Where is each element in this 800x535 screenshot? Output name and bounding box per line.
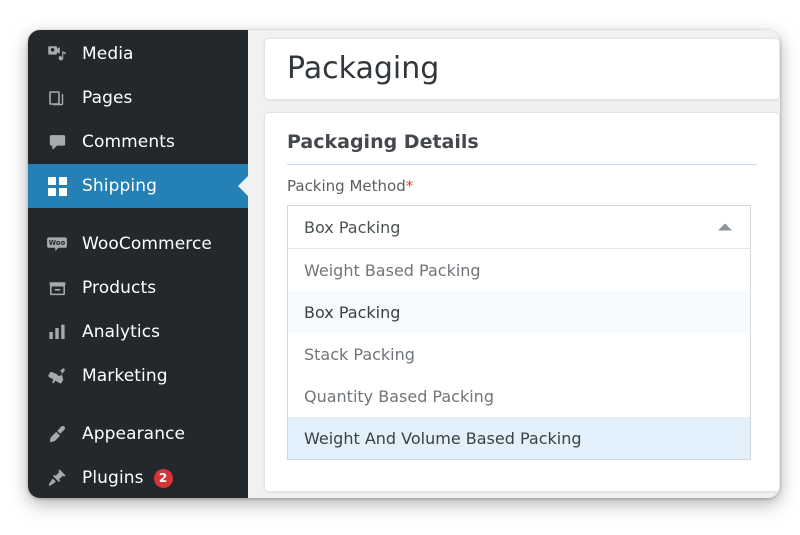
svg-text:Woo: Woo xyxy=(49,239,66,247)
page-title-panel: Packaging xyxy=(264,38,780,100)
sidebar-item-label: Marketing xyxy=(82,365,168,386)
app-window: Media Pages Comments Shipping Woo WooCom… xyxy=(28,30,780,498)
option-label: Stack Packing xyxy=(304,344,415,364)
sidebar-item-media[interactable]: Media xyxy=(28,32,248,76)
option-box-packing[interactable]: Box Packing xyxy=(288,291,750,333)
sidebar-item-shipping[interactable]: Shipping xyxy=(28,164,248,208)
sidebar-item-analytics[interactable]: Analytics xyxy=(28,310,248,354)
option-label: Weight And Volume Based Packing xyxy=(304,428,582,448)
appearance-icon xyxy=(44,421,70,447)
sidebar-item-comments[interactable]: Comments xyxy=(28,120,248,164)
page-title: Packaging xyxy=(287,51,440,86)
option-quantity-based-packing[interactable]: Quantity Based Packing xyxy=(288,375,750,417)
admin-sidebar: Media Pages Comments Shipping Woo WooCom… xyxy=(28,30,248,498)
sidebar-item-label: Media xyxy=(82,43,134,64)
screenshot-root: Media Pages Comments Shipping Woo WooCom… xyxy=(0,0,800,535)
woocommerce-icon: Woo xyxy=(44,231,70,257)
sidebar-item-label: Comments xyxy=(82,131,175,152)
media-icon xyxy=(44,41,70,67)
plugins-update-badge: 2 xyxy=(153,468,173,488)
sidebar-divider xyxy=(28,208,248,222)
option-label: Quantity Based Packing xyxy=(304,386,494,406)
sidebar-item-appearance[interactable]: Appearance xyxy=(28,412,248,456)
option-stack-packing[interactable]: Stack Packing xyxy=(288,333,750,375)
sidebar-item-label: Pages xyxy=(82,87,133,108)
comments-icon xyxy=(44,129,70,155)
sidebar-item-label: Shipping xyxy=(82,175,157,196)
pages-icon xyxy=(44,85,70,111)
sidebar-item-products[interactable]: Products xyxy=(28,266,248,310)
sidebar-item-woocommerce[interactable]: Woo WooCommerce xyxy=(28,222,248,266)
packaging-details-panel: Packaging Details Packing Method* Box Pa… xyxy=(264,112,780,492)
packing-method-label: Packing Method* xyxy=(287,179,757,194)
option-weight-based-packing[interactable]: Weight Based Packing xyxy=(288,249,750,291)
sidebar-item-label: Products xyxy=(82,277,157,298)
packing-method-selected-value: Box Packing xyxy=(304,217,401,237)
sidebar-item-label: Plugins xyxy=(82,467,144,488)
active-item-notch xyxy=(238,175,248,197)
packing-method-select-box[interactable]: Box Packing xyxy=(287,205,751,249)
section-divider xyxy=(287,164,757,165)
option-weight-and-volume-based-packing[interactable]: Weight And Volume Based Packing xyxy=(288,417,750,459)
sidebar-item-label: Appearance xyxy=(82,423,186,444)
sidebar-item-marketing[interactable]: Marketing xyxy=(28,354,248,398)
option-label: Weight Based Packing xyxy=(304,260,481,280)
products-icon xyxy=(44,275,70,301)
analytics-icon xyxy=(44,319,70,345)
section-heading: Packaging Details xyxy=(287,131,479,153)
option-label: Box Packing xyxy=(304,302,401,322)
packing-method-options-list: Weight Based Packing Box Packing Stack P… xyxy=(287,249,751,460)
packing-method-label-text: Packing Method xyxy=(287,177,406,195)
main-content: Packaging Packaging Details Packing Meth… xyxy=(248,30,780,498)
packing-method-select[interactable]: Box Packing Weight Based Packing Box Pac… xyxy=(287,205,751,460)
sidebar-item-plugins[interactable]: Plugins 2 xyxy=(28,456,248,498)
chevron-up-icon[interactable] xyxy=(718,223,732,231)
grid-icon xyxy=(44,173,70,199)
sidebar-item-pages[interactable]: Pages xyxy=(28,76,248,120)
marketing-icon xyxy=(44,363,70,389)
required-marker: * xyxy=(405,177,414,195)
sidebar-item-label: WooCommerce xyxy=(82,233,212,254)
plugins-icon xyxy=(44,465,70,491)
sidebar-divider xyxy=(28,398,248,412)
sidebar-item-label: Analytics xyxy=(82,321,161,342)
